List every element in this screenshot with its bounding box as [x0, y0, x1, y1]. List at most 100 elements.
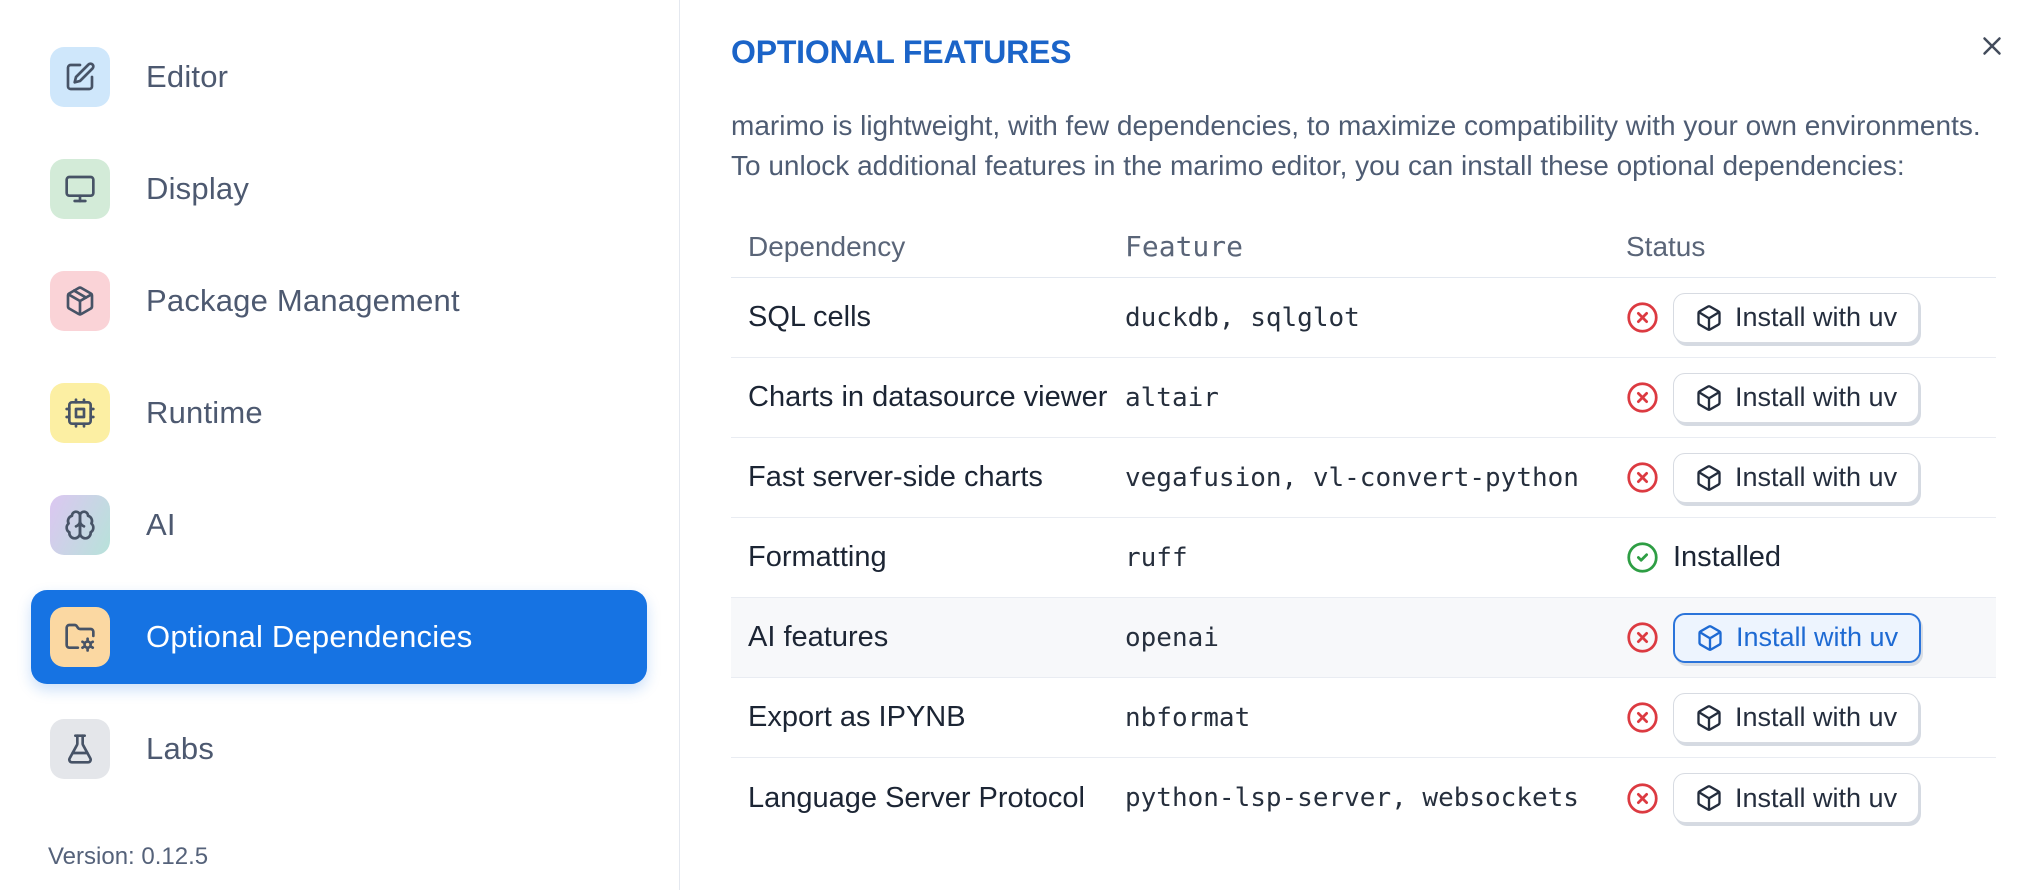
status-cell: Install with uv [1626, 372, 1996, 423]
install-with-uv-button[interactable]: Install with uv [1673, 692, 1920, 743]
not-installed-icon [1626, 621, 1659, 654]
description-line-2: To unlock additional features in the mar… [731, 150, 1905, 181]
flask-icon [50, 719, 110, 779]
feature-cell: ruff [1125, 542, 1188, 573]
circle-x-icon [1627, 702, 1658, 733]
table-row: Language Server Protocol python-lsp-serv… [731, 758, 1996, 838]
optional-features-panel: OPTIONAL FEATURES marimo is lightweight,… [681, 0, 2042, 890]
status-cell: Install with uv [1626, 612, 1996, 663]
dependency-cell: Formatting [748, 541, 887, 573]
feature-cell: python-lsp-server, websockets [1125, 783, 1579, 813]
brain-icon [50, 495, 110, 555]
status-cell: Install with uv [1626, 452, 1996, 503]
monitor-icon [50, 159, 110, 219]
sidebar-item-optional-dependencies[interactable]: Optional Dependencies [31, 590, 647, 684]
box-icon [1697, 384, 1721, 411]
settings-dialog: Editor Display Package Management Runtim… [0, 0, 2042, 890]
sidebar-item-label: Display [146, 171, 250, 206]
box-icon [1697, 304, 1721, 331]
not-installed-icon [1626, 461, 1659, 494]
dependency-cell: Fast server-side charts [748, 461, 1043, 493]
circle-x-icon [1627, 462, 1658, 493]
circle-x-icon [1627, 302, 1658, 333]
version-label: Version: 0.12.5 [48, 843, 209, 870]
sidebar-item-ai[interactable]: AI [31, 478, 647, 572]
close-icon [1983, 37, 2001, 55]
feature-cell: altair [1125, 382, 1219, 413]
folder-cog-icon [65, 623, 95, 652]
sidebar-item-labs[interactable]: Labs [31, 702, 647, 796]
install-with-uv-button[interactable]: Install with uv [1673, 612, 1922, 663]
sidebar-item-label: Editor [146, 59, 229, 94]
not-installed-icon [1626, 782, 1659, 815]
status-cell: Install with uv [1626, 773, 1996, 823]
package-icon [50, 271, 110, 331]
sidebar-item-label: AI [146, 507, 176, 542]
dependency-cell: Charts in datasource viewer [748, 381, 1108, 413]
sidebar-item-label: Runtime [146, 395, 263, 430]
table-row: Export as IPYNB nbformat Install with uv [731, 678, 1996, 758]
panel-description: marimo is lightweight, with few dependen… [731, 106, 2011, 186]
sidebar-item-label: Labs [146, 731, 215, 766]
dependency-cell: SQL cells [748, 301, 872, 333]
box-icon [1698, 624, 1722, 651]
monitor-icon [65, 175, 95, 203]
sidebar-item-label: Optional Dependencies [146, 619, 473, 654]
package-icon [66, 286, 94, 316]
col-header-feature: Feature [1125, 230, 1244, 263]
col-header-status: Status [1626, 230, 1706, 262]
feature-cell: vegafusion, vl-convert-python [1125, 462, 1579, 493]
dependencies-table: Dependency Feature Status SQL cells duck… [731, 216, 1996, 838]
install-with-uv-button[interactable]: Install with uv [1673, 452, 1920, 503]
not-installed-icon [1626, 701, 1659, 734]
dependency-cell: AI features [748, 621, 889, 653]
install-with-uv-button[interactable]: Install with uv [1673, 372, 1920, 423]
box-icon [1697, 464, 1721, 491]
not-installed-icon [1626, 301, 1659, 334]
cpu-icon [65, 398, 95, 428]
sidebar-item-runtime[interactable]: Runtime [31, 366, 647, 460]
circle-x-icon [1627, 782, 1658, 814]
installed-check-icon [1626, 541, 1659, 574]
sidebar-item-display[interactable]: Display [31, 142, 647, 236]
feature-cell: duckdb, sqlglot [1125, 302, 1360, 333]
feature-cell: openai [1125, 622, 1219, 653]
dependency-cell: Language Server Protocol [748, 781, 1085, 814]
install-with-uv-button[interactable]: Install with uv [1673, 292, 1920, 343]
cpu-icon [50, 383, 110, 443]
table-row: SQL cells duckdb, sqlglot Install with u… [731, 278, 1996, 358]
table-body: SQL cells duckdb, sqlglot Install with u… [731, 278, 1996, 838]
circle-check-icon [1627, 542, 1658, 573]
box-icon [1697, 704, 1721, 731]
sidebar-item-package-management[interactable]: Package Management [31, 254, 647, 348]
sidebar-item-label: Package Management [146, 283, 460, 318]
table-row: Charts in datasource viewer altair Insta… [731, 358, 1996, 438]
close-button[interactable] [1970, 24, 2014, 68]
table-header-row: Dependency Feature Status [731, 216, 1996, 278]
table-row: AI features openai Install with uv [731, 598, 1996, 678]
status-cell: Install with uv [1626, 292, 1996, 343]
brain-icon [65, 510, 95, 540]
circle-x-icon [1627, 382, 1658, 413]
install-with-uv-button[interactable]: Install with uv [1673, 773, 1920, 823]
not-installed-icon [1626, 381, 1659, 414]
page-title: OPTIONAL FEATURES [731, 34, 1072, 70]
feature-cell: nbformat [1125, 702, 1251, 733]
table-row: Formatting ruff Installed [731, 518, 1996, 598]
flask-icon [68, 734, 92, 764]
circle-x-icon [1627, 622, 1658, 653]
box-icon [1697, 785, 1721, 811]
description-line-1: marimo is lightweight, with few dependen… [731, 110, 1981, 141]
sidebar-item-editor[interactable]: Editor [31, 30, 647, 124]
square-pen-icon [66, 62, 95, 91]
status-cell: Installed [1626, 541, 1996, 574]
square-pen-icon [50, 47, 110, 107]
installed-label: Installed [1673, 541, 1782, 573]
sidebar-nav: Editor Display Package Management Runtim… [31, 30, 647, 814]
dependency-cell: Export as IPYNB [748, 701, 966, 733]
status-cell: Install with uv [1626, 692, 1996, 743]
col-header-dependency: Dependency [748, 230, 906, 262]
folder-cog-icon [50, 607, 110, 667]
table-row: Fast server-side charts vegafusion, vl-c… [731, 438, 1996, 518]
settings-sidebar: Editor Display Package Management Runtim… [0, 0, 680, 890]
